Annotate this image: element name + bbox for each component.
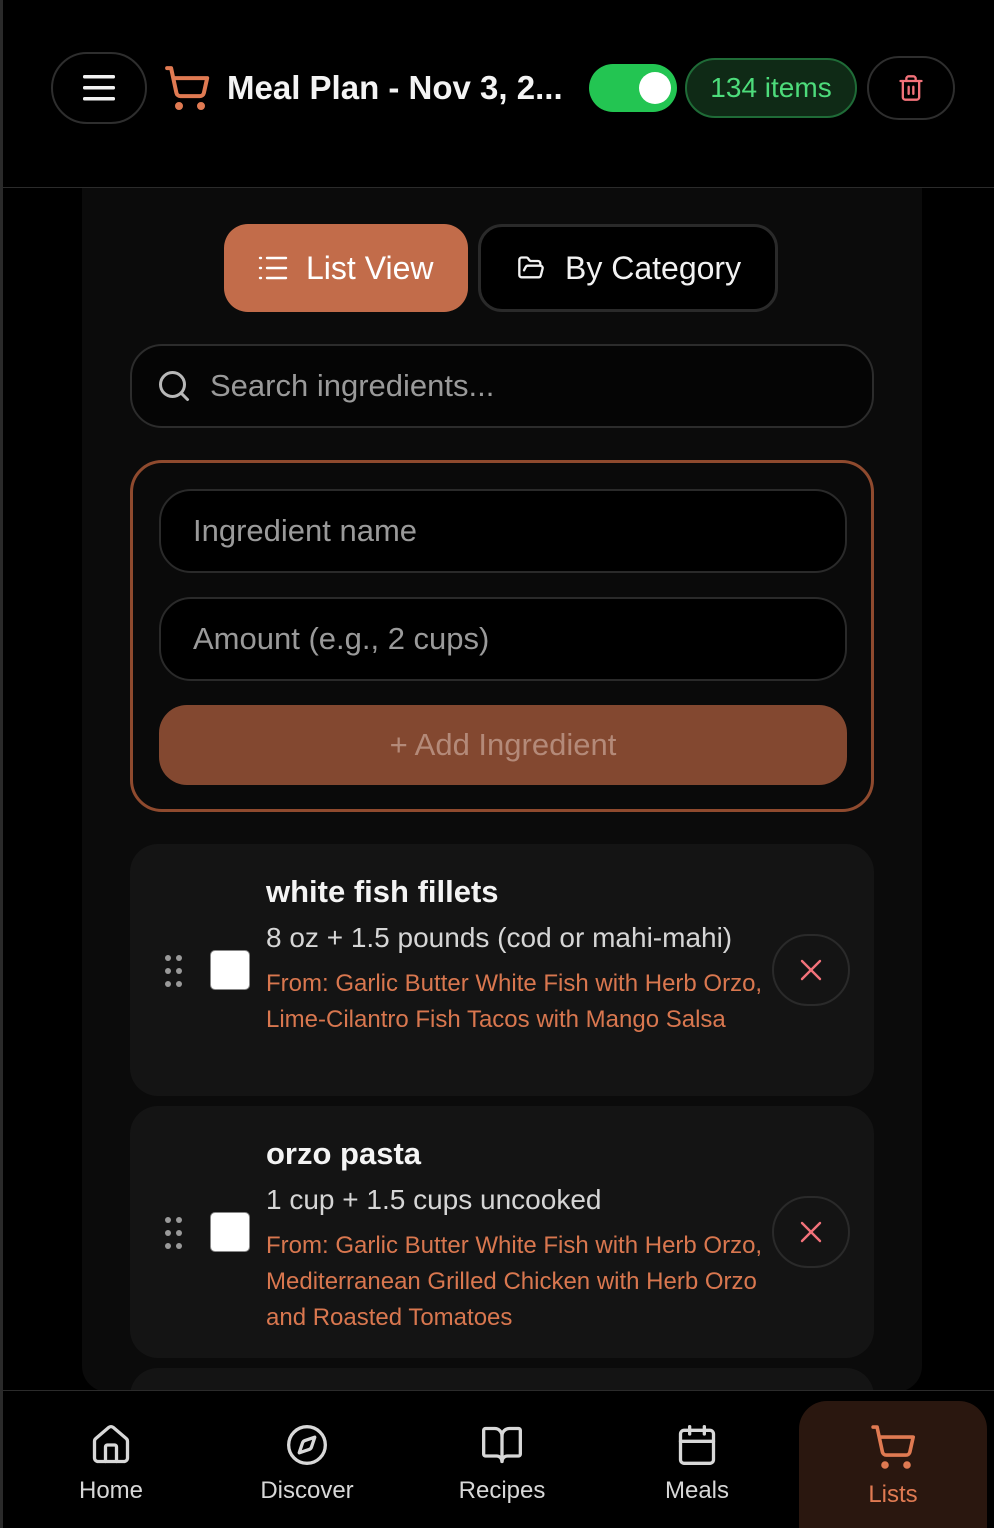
item-source-recipes: From: Garlic Butter White Fish with Herb…: [266, 1232, 763, 1331]
list-icon: [258, 256, 288, 280]
remove-item-button[interactable]: [772, 1196, 850, 1268]
home-icon: [92, 1425, 130, 1464]
nav-discover[interactable]: Discover: [213, 1391, 401, 1528]
nav-home-label: Home: [78, 1477, 144, 1504]
toggle-knob: [639, 72, 671, 104]
amount-field-wrapper: [159, 597, 847, 681]
item-checkbox[interactable]: [210, 1212, 250, 1252]
items-count-badge: 134 items: [685, 58, 857, 118]
bottom-nav: Home Discover Recipes Meals Lists: [3, 1390, 994, 1528]
calendar-icon: [678, 1425, 716, 1465]
nav-recipes[interactable]: Recipes: [408, 1391, 596, 1528]
list-item: orzo pasta 1 cup + 1.5 cups uncooked Fro…: [130, 1106, 874, 1358]
shopping-list-panel: List View By Category + Add Ingredient: [82, 188, 922, 1392]
nav-home[interactable]: Home: [17, 1391, 205, 1528]
drag-handle-icon[interactable]: [164, 954, 184, 988]
list-item: white fish fillets 8 oz + 1.5 pounds (co…: [130, 844, 874, 1096]
app-root: Meal Plan - Nov 3, 2... 134 items List V…: [0, 0, 994, 1528]
remove-item-button[interactable]: [772, 934, 850, 1006]
nav-discover-label: Discover: [260, 1477, 354, 1504]
by-category-label: By Category: [565, 249, 742, 286]
header: Meal Plan - Nov 3, 2... 134 items: [3, 0, 994, 188]
item-amount: 8 oz + 1.5 pounds (cod or mahi-mahi): [266, 922, 733, 953]
sync-toggle[interactable]: [589, 64, 677, 112]
close-icon: [800, 1221, 822, 1243]
page-title: Meal Plan - Nov 3, 2...: [227, 69, 563, 106]
list-view-label: List View: [306, 249, 434, 286]
drag-handle-icon[interactable]: [164, 1216, 184, 1250]
cart-icon: [165, 66, 210, 110]
trash-icon: [899, 75, 923, 101]
nav-recipes-label: Recipes: [458, 1477, 546, 1504]
nav-meals-label: Meals: [664, 1477, 730, 1504]
item-name: orzo pasta: [266, 1136, 422, 1171]
item-amount: 1 cup + 1.5 cups uncooked: [266, 1184, 602, 1215]
window-edge: [0, 0, 3, 1528]
search-bar: [130, 344, 874, 428]
menu-button[interactable]: [51, 52, 147, 124]
ingredient-name-input[interactable]: [193, 513, 813, 549]
folder-open-icon: [518, 256, 544, 279]
hamburger-icon: [83, 75, 115, 101]
delete-list-button[interactable]: [867, 56, 955, 120]
ingredient-name-field-wrapper: [159, 489, 847, 573]
item-name: white fish fillets: [266, 874, 499, 909]
list-view-button[interactable]: List View: [224, 224, 468, 312]
compass-icon: [287, 1425, 327, 1465]
by-category-button[interactable]: By Category: [478, 224, 778, 312]
add-ingredient-button[interactable]: + Add Ingredient: [159, 705, 847, 785]
add-ingredient-form: + Add Ingredient: [130, 460, 874, 812]
book-open-icon: [482, 1426, 522, 1464]
item-checkbox[interactable]: [210, 950, 250, 990]
cart-icon: [871, 1425, 915, 1469]
search-icon: [159, 371, 189, 401]
list-item: [130, 1368, 874, 1392]
search-input[interactable]: [210, 368, 830, 404]
close-icon: [800, 959, 822, 981]
nav-meals[interactable]: Meals: [603, 1391, 791, 1528]
nav-lists-label: Lists: [868, 1481, 918, 1508]
nav-lists[interactable]: Lists: [799, 1401, 987, 1528]
item-source-recipes: From: Garlic Butter White Fish with Herb…: [266, 970, 763, 1033]
amount-input[interactable]: [193, 621, 813, 657]
